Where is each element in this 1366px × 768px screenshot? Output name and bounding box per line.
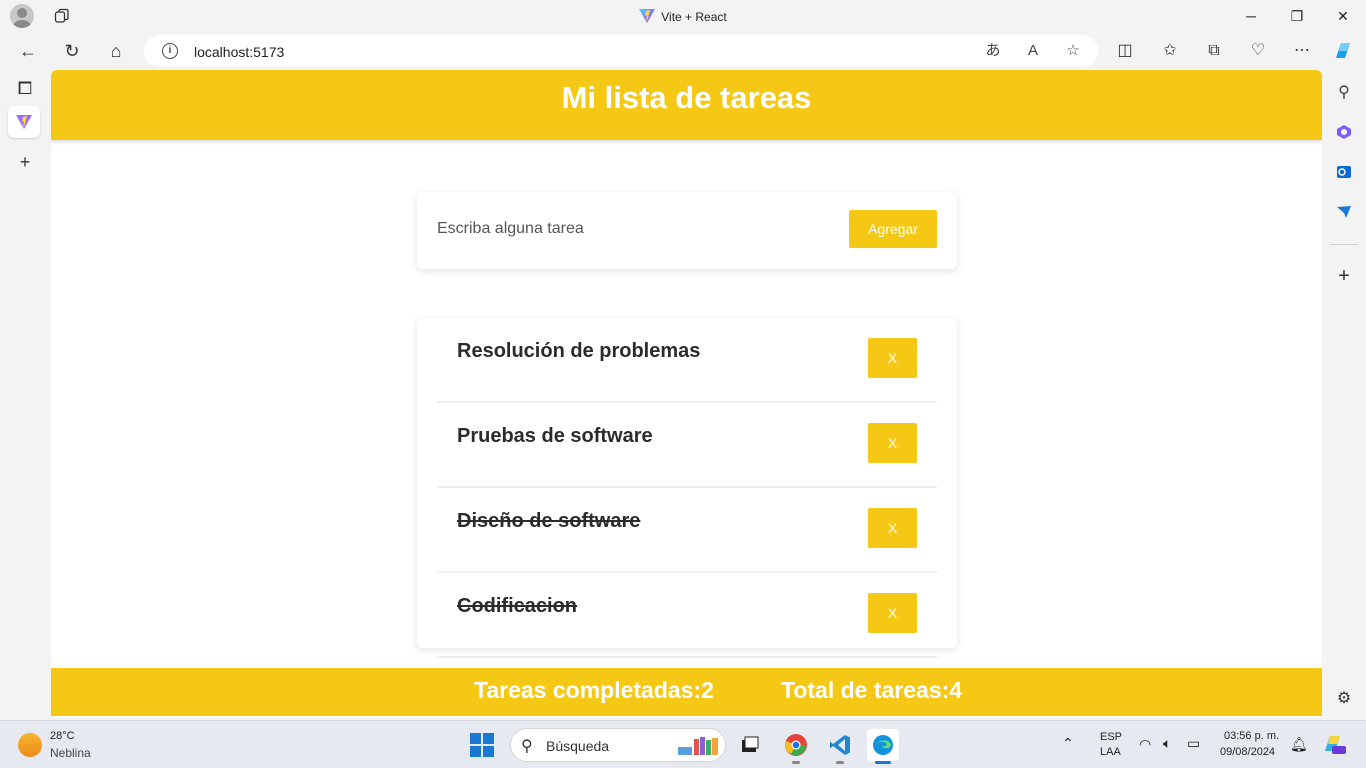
- sidebar-settings-gear-icon[interactable]: ⚙: [1332, 686, 1356, 710]
- home-icon[interactable]: ⌂: [101, 36, 131, 66]
- translate-icon[interactable]: あ: [982, 41, 1004, 63]
- address-bar[interactable]: i localhost:5173 あ A ☆: [144, 35, 1098, 67]
- tab-vite-react[interactable]: [8, 106, 40, 138]
- browser-essentials-icon[interactable]: ♡: [1246, 39, 1270, 63]
- edge-right-sidebar: ⚲ + ⚙: [1322, 70, 1366, 720]
- search-highlight-books-icon: [678, 737, 718, 755]
- app-header: Mi lista de tareas: [51, 70, 1322, 140]
- volume-icon[interactable]: 🔈︎: [1163, 735, 1171, 768]
- page-title: Mi lista de tareas: [561, 80, 812, 115]
- read-aloud-icon[interactable]: A: [1022, 41, 1044, 63]
- restore-button[interactable]: ❐: [1274, 0, 1320, 32]
- battery-icon[interactable]: ▭: [1187, 735, 1200, 768]
- taskview-app-icon[interactable]: [734, 729, 766, 761]
- add-task-form: Agregar: [417, 192, 957, 269]
- task-item: Resolución de problemas X: [437, 318, 937, 403]
- send-plane-icon[interactable]: [1332, 200, 1356, 224]
- delete-task-button[interactable]: X: [868, 508, 917, 548]
- vite-logo-icon: [639, 9, 656, 23]
- notification-bell-icon[interactable]: 🔔︎: [1290, 736, 1308, 768]
- task-input[interactable]: [437, 214, 817, 244]
- add-sidebar-app-icon[interactable]: +: [1332, 264, 1356, 288]
- more-menu-icon[interactable]: ⋯: [1290, 39, 1314, 63]
- task-item: Diseño de software X: [437, 488, 937, 573]
- window-title-text: Vite + React: [661, 10, 727, 24]
- task-name-completed[interactable]: Diseño de software: [457, 510, 640, 533]
- wifi-icon[interactable]: ◠: [1139, 736, 1151, 768]
- task-name[interactable]: Resolución de problemas: [457, 340, 700, 363]
- input-language-bottom[interactable]: LAA: [1100, 746, 1121, 768]
- close-window-button[interactable]: ✕: [1320, 0, 1366, 32]
- vite-tab-logo-icon: [16, 115, 32, 129]
- favorite-star-icon[interactable]: ☆: [1062, 41, 1084, 63]
- total-count: Total de tareas:4: [781, 677, 963, 703]
- vscode-app-icon[interactable]: [824, 729, 856, 764]
- task-name-completed[interactable]: Codificacion: [457, 595, 577, 618]
- weather-widget[interactable]: 28°C Neblina: [18, 729, 138, 763]
- window-title: Vite + React: [0, 9, 1366, 24]
- copilot-icon[interactable]: [1332, 40, 1354, 62]
- search-icon[interactable]: ⚲: [1332, 80, 1356, 104]
- delete-task-button[interactable]: X: [868, 423, 917, 463]
- completed-count: Tareas completadas:2: [474, 677, 714, 703]
- site-info-icon[interactable]: i: [162, 43, 178, 59]
- task-list: Resolución de problemas X Pruebas de sof…: [417, 318, 957, 658]
- browser-title-bar: Vite + React ─ ❐ ✕: [0, 0, 1366, 32]
- new-tab-plus-icon[interactable]: +: [11, 148, 39, 176]
- refresh-icon[interactable]: ↻: [57, 36, 87, 66]
- add-task-button[interactable]: Agregar: [849, 210, 937, 248]
- split-screen-icon[interactable]: ◫: [1113, 39, 1137, 63]
- task-item: Codificacion X: [437, 573, 937, 658]
- web-page-viewport: Mi lista de tareas Agregar Resolución de…: [51, 70, 1322, 718]
- vertical-tab-sidebar: ⧠ +: [0, 70, 50, 720]
- task-item: Pruebas de software X: [437, 403, 937, 488]
- edge-app-icon[interactable]: [867, 729, 899, 764]
- delete-task-button[interactable]: X: [868, 338, 917, 378]
- windows-taskbar: 28°C Neblina ⚲ Búsqueda ⌃ ESP LAA ◠ 🔈︎ ▭…: [0, 720, 1366, 768]
- taskbar-search[interactable]: ⚲ Búsqueda: [510, 728, 726, 762]
- delete-task-button[interactable]: X: [868, 593, 917, 633]
- taskbar-search-label: Búsqueda: [546, 738, 610, 754]
- clock-date[interactable]: 09/08/2024: [1220, 746, 1275, 768]
- copilot-preview-icon[interactable]: [1322, 733, 1346, 768]
- copilot-apps-icon[interactable]: [1332, 120, 1356, 144]
- tab-actions-icon[interactable]: ⧠: [11, 74, 39, 102]
- minimize-button[interactable]: ─: [1228, 0, 1274, 32]
- outlook-icon[interactable]: [1332, 160, 1356, 184]
- start-windows-icon[interactable]: [470, 733, 494, 757]
- task-name[interactable]: Pruebas de software: [457, 425, 653, 448]
- weather-fog-icon: [18, 733, 42, 757]
- address-url[interactable]: localhost:5173: [194, 44, 284, 60]
- favorites-icon[interactable]: ✩: [1158, 39, 1182, 63]
- show-hidden-icons-chevron-icon[interactable]: ⌃: [1062, 735, 1074, 768]
- chrome-app-icon[interactable]: [780, 729, 812, 764]
- weather-condition: Neblina: [50, 746, 91, 760]
- search-magnifier-icon: ⚲: [521, 738, 533, 755]
- weather-temperature: 28°C: [50, 730, 75, 742]
- browser-toolbar: ← ↻ ⌂ i localhost:5173 あ A ☆ ◫ ✩ ⧉ ♡ ⋯: [0, 32, 1366, 70]
- collections-icon[interactable]: ⧉: [1202, 39, 1226, 63]
- stats-footer: Tareas completadas:2 Total de tareas:4: [51, 668, 1322, 716]
- back-arrow-icon[interactable]: ←: [13, 36, 43, 66]
